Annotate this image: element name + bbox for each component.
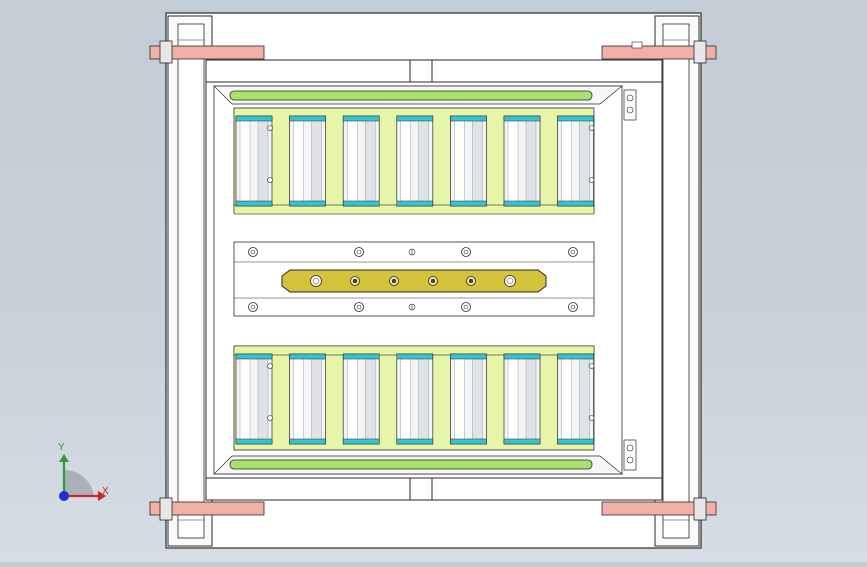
roller <box>557 353 595 445</box>
lower-roller-bank <box>233 345 595 451</box>
roller <box>342 353 380 445</box>
upper-roller-bank <box>233 107 595 215</box>
roller <box>450 115 487 207</box>
roller <box>235 353 273 445</box>
top-cross-member <box>205 59 663 85</box>
roller <box>503 115 541 207</box>
view-triad <box>59 454 106 501</box>
axis-x-label: X <box>102 486 109 497</box>
roller <box>450 353 487 445</box>
left-post <box>167 15 213 547</box>
roller <box>342 115 380 207</box>
cad-viewport[interactable]: X Y <box>0 0 867 562</box>
assembly-drawing[interactable] <box>0 0 867 562</box>
roller <box>503 353 541 445</box>
clamp-bar[interactable] <box>281 269 547 293</box>
axis-y-label: Y <box>58 442 65 453</box>
bottom-cross-member <box>205 475 663 501</box>
roller <box>396 115 434 207</box>
roller <box>289 115 326 207</box>
roller <box>235 115 273 207</box>
roller <box>289 353 326 445</box>
green-guide-bottom <box>229 459 593 470</box>
green-guide-top <box>229 90 593 101</box>
roller <box>396 353 434 445</box>
roller <box>557 115 595 207</box>
